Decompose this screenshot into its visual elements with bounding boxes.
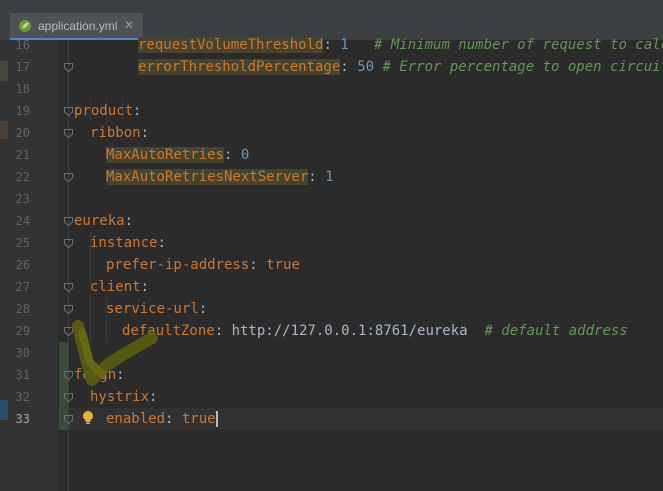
strip-marker — [0, 61, 8, 81]
fold-marker-icon[interactable] — [64, 173, 73, 182]
code-line: ribbon: — [90, 122, 149, 144]
fold-marker-icon[interactable] — [64, 217, 73, 226]
yaml-separator: : — [140, 279, 150, 295]
yaml-comment: # Error percentage to open circuit. d — [374, 59, 663, 75]
yaml-key: hystrix — [90, 389, 150, 405]
yaml-key: ribbon — [90, 125, 141, 141]
code-line: instance: — [90, 232, 166, 254]
fold-marker-icon[interactable] — [64, 239, 73, 248]
yaml-value: http://127.0.0.1:8761/eureka — [231, 323, 468, 339]
yaml-value: 1 — [340, 37, 349, 53]
fold-marker-icon[interactable] — [64, 415, 73, 424]
line-number: 29 — [15, 324, 30, 338]
yaml-separator: : — [249, 257, 267, 273]
yaml-key: product — [74, 103, 134, 119]
strip-marker — [0, 400, 8, 420]
yaml-key: MaxAutoRetriesNextServer — [106, 169, 309, 185]
line-number: 28 — [15, 302, 30, 316]
yaml-comment: # default address — [467, 323, 628, 339]
yaml-separator: : — [140, 125, 150, 141]
yaml-separator: : — [323, 37, 341, 53]
annotation-scribble — [72, 320, 158, 386]
code-line: client: — [90, 276, 149, 298]
code-line: product: — [74, 100, 141, 122]
line-number: 27 — [15, 280, 30, 294]
line-number: 26 — [15, 258, 30, 272]
fold-marker-icon[interactable] — [64, 305, 73, 314]
line-number: 22 — [15, 170, 30, 184]
code-line: enabled: true — [106, 408, 218, 430]
close-icon[interactable]: ✕ — [124, 18, 134, 32]
spring-leaf-icon — [19, 20, 31, 32]
yaml-key: instance — [90, 235, 158, 251]
line-number: 17 — [15, 60, 30, 74]
line-number: 19 — [15, 104, 30, 118]
yaml-value: 0 — [240, 147, 250, 163]
yaml-key: prefer-ip-address — [106, 257, 250, 273]
fold-marker-icon[interactable] — [64, 393, 73, 402]
line-number: 31 — [15, 368, 30, 382]
line-number: 33 — [15, 412, 30, 426]
yaml-key: eureka — [74, 213, 125, 229]
yaml-key: enabled — [106, 411, 166, 427]
lightbulb-icon[interactable] — [82, 410, 94, 426]
code-line: MaxAutoRetriesNextServer: 1 — [106, 166, 334, 188]
yaml-value: 1 — [325, 169, 334, 185]
code-line: requestVolumeThreshold: 1 # Minimum numb… — [138, 34, 663, 56]
line-number: 25 — [15, 236, 30, 250]
code-line: defaultZone: http://127.0.0.1:8761/eurek… — [122, 320, 628, 342]
yaml-separator: : — [214, 323, 232, 339]
strip-marker — [0, 121, 8, 139]
code-line: errorThresholdPercentage: 50 # Error per… — [138, 56, 663, 78]
yaml-comment: # Minimum number of request to calculo — [348, 37, 663, 53]
yaml-key: errorThresholdPercentage — [138, 59, 341, 75]
fold-marker-icon[interactable] — [64, 107, 73, 116]
yaml-separator: : — [224, 147, 241, 163]
yaml-separator: : — [124, 213, 134, 229]
yaml-separator: : — [165, 411, 182, 427]
line-number: 23 — [15, 192, 30, 206]
yaml-separator: : — [308, 169, 326, 185]
line-number: 30 — [15, 346, 30, 360]
code-line: MaxAutoRetries: 0 — [106, 144, 249, 166]
yaml-separator: : — [340, 59, 358, 75]
yaml-separator: : — [157, 235, 166, 251]
code-line: prefer-ip-address: true — [106, 254, 300, 276]
fold-marker-icon[interactable] — [64, 129, 73, 138]
line-number: 32 — [15, 390, 30, 404]
line-number: 21 — [15, 148, 30, 162]
tab-filename: application.yml — [38, 19, 118, 33]
line-number: 24 — [15, 214, 30, 228]
line-number: 20 — [15, 126, 30, 140]
code-line: eureka: — [74, 210, 133, 232]
yaml-key: service-url — [106, 301, 199, 317]
text-caret — [215, 411, 218, 427]
yaml-separator: : — [133, 103, 142, 119]
left-tool-strip — [0, 40, 8, 491]
line-number: 18 — [15, 82, 30, 96]
yaml-key: MaxAutoRetries — [106, 147, 225, 163]
yaml-key: requestVolumeThreshold — [138, 37, 324, 53]
yaml-separator: : — [198, 301, 208, 317]
code-line: service-url: — [106, 298, 207, 320]
fold-marker-icon[interactable] — [64, 283, 73, 292]
code-line: hystrix: — [90, 386, 157, 408]
yaml-value: true — [266, 257, 300, 273]
yaml-separator: : — [149, 389, 158, 405]
yaml-value: 50 — [357, 59, 375, 75]
line-number: 16 — [15, 38, 30, 52]
fold-marker-icon[interactable] — [64, 63, 73, 72]
yaml-value: true — [181, 411, 216, 427]
yaml-key: client — [90, 279, 141, 295]
